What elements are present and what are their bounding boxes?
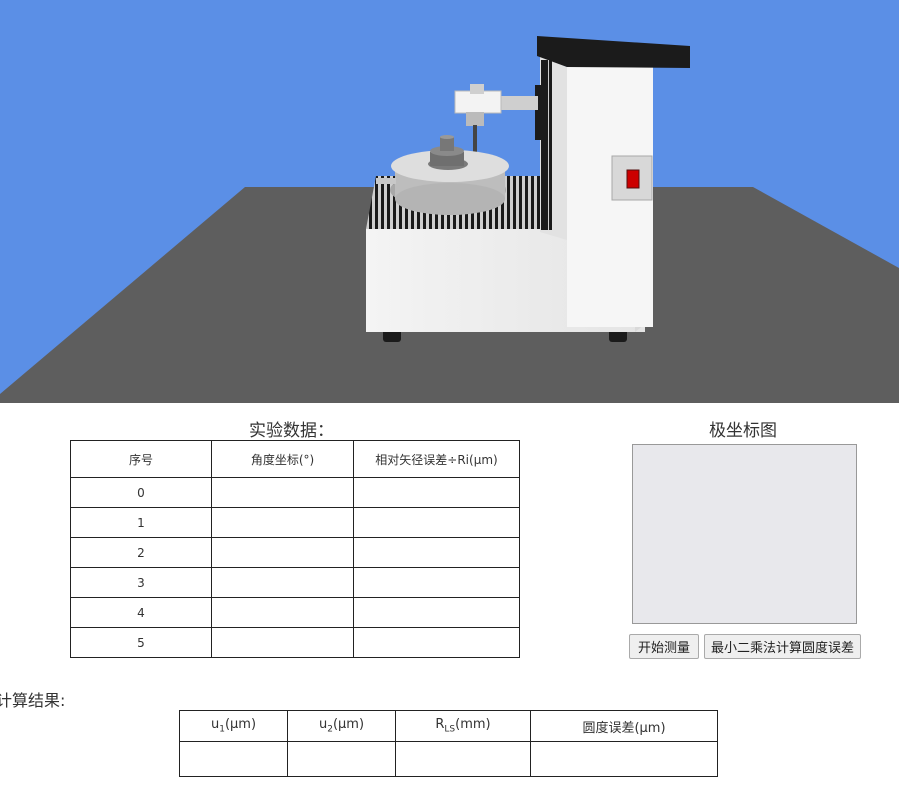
table-row: 0 [70,477,520,508]
column-header-angle: 角度坐标(°) [211,440,354,478]
result-u1 [179,741,288,777]
probe-holder [466,112,484,126]
column-scale-marks [548,60,552,230]
row-index: 1 [70,507,212,538]
rotary-table-bottom [395,183,505,215]
row-index: 3 [70,567,212,598]
row-angle [211,477,354,508]
workpiece-pin [440,137,454,151]
row-index: 2 [70,537,212,568]
row-index: 0 [70,477,212,508]
row-error [353,477,520,508]
probe-arm [496,96,538,110]
power-indicator [626,169,640,189]
polar-chart-canvas [632,444,857,624]
column-header-index: 序号 [70,440,212,478]
column-header-rls: RLS(mm) [395,710,531,742]
row-index: 4 [70,597,212,628]
table-row: 4 [70,597,520,628]
row-error [353,537,520,568]
results-value-row [179,741,718,777]
table-row: 5 [70,627,520,658]
results-header-row: u1(μm) u2(μm) RLS(mm) 圆度误差(μm) [179,710,718,742]
experiment-data-table: 序号 角度坐标(°) 相对矢径误差÷Ri(μm) 0 1 2 3 4 5 [70,440,520,658]
row-angle [211,597,354,628]
row-index: 5 [70,627,212,658]
row-angle [211,567,354,598]
results-title: 计算结果: [0,691,66,710]
start-measurement-button[interactable]: 开始测量 [629,634,699,659]
table-handle [376,178,396,184]
slider-block [535,85,547,140]
row-error [353,627,520,658]
row-angle [211,537,354,568]
workpiece-pin-top [440,135,454,139]
row-error [353,507,520,538]
row-angle [211,507,354,538]
3d-instrument-scene[interactable] [0,0,899,403]
table-header-row: 序号 角度坐标(°) 相对矢径误差÷Ri(μm) [70,440,520,478]
result-rls [395,741,531,777]
table-row: 1 [70,507,520,538]
column-header-u1: u1(μm) [179,710,288,742]
results-table: u1(μm) u2(μm) RLS(mm) 圆度误差(μm) [179,710,718,777]
table-row: 3 [70,567,520,598]
result-roundness [530,741,718,777]
column-header-u2: u2(μm) [287,710,396,742]
probe-head [454,90,502,114]
table-row: 2 [70,537,520,568]
column-header-error: 相对矢径误差÷Ri(μm) [353,440,520,478]
row-error [353,597,520,628]
row-error [353,567,520,598]
row-angle [211,627,354,658]
experiment-data-title: 实验数据： [249,421,334,441]
polar-chart-title: 极坐标图 [709,421,777,441]
probe-knob [470,84,484,94]
column-header-roundness: 圆度误差(μm) [530,710,718,742]
least-squares-calc-button[interactable]: 最小二乘法计算圆度误差 [704,634,861,659]
result-u2 [287,741,396,777]
